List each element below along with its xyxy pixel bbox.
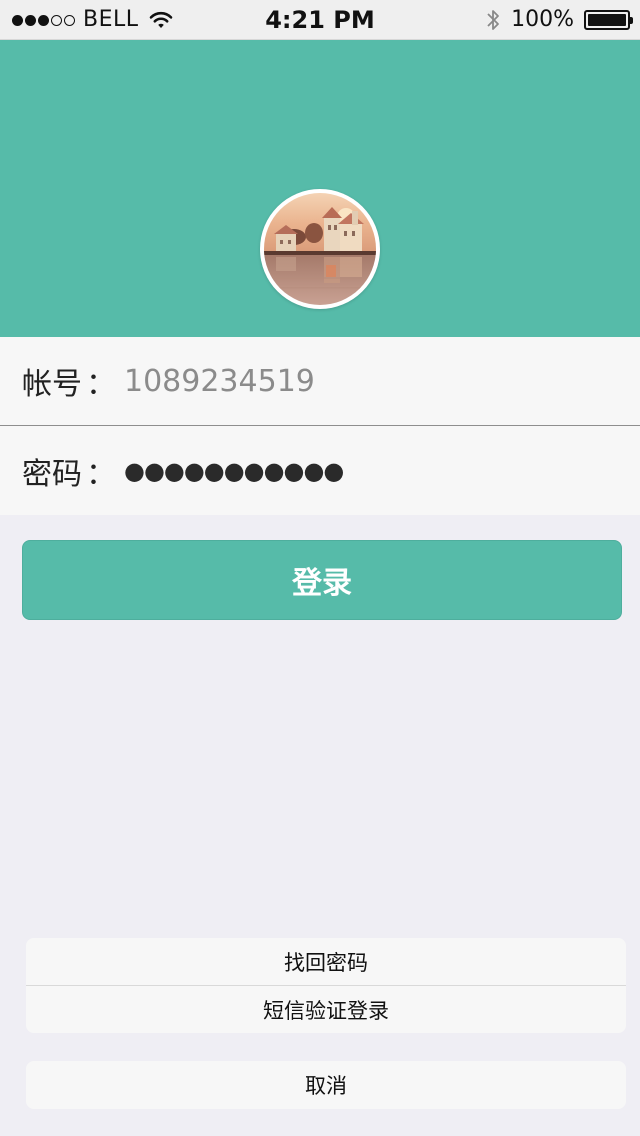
account-field[interactable]: 帐号 ： 1089234519 (0, 337, 640, 426)
account-label: 帐号 (22, 367, 82, 402)
password-colon: ： (86, 456, 116, 492)
carrier-name: BELL (83, 7, 139, 32)
login-form: 帐号 ： 1089234519 密码 ： ●●●●●●●●●●● (0, 337, 640, 515)
sms-login-button[interactable]: 短信验证登录 (26, 985, 626, 1033)
signal-dot (38, 14, 49, 26)
action-sheet: 找回密码 短信验证登录 (26, 938, 626, 1033)
battery-icon (584, 10, 633, 30)
account-colon: ： (86, 367, 116, 402)
signal-dot (64, 14, 75, 26)
signal-dot (51, 14, 62, 26)
avatar-image (264, 193, 376, 305)
status-right: 100% (485, 7, 633, 33)
password-field[interactable]: 密码 ： ●●●●●●●●●●● (0, 426, 640, 515)
user-avatar[interactable] (260, 189, 380, 309)
signal-dot (25, 14, 36, 26)
signal-strength-icon (12, 14, 75, 26)
password-input[interactable]: ●●●●●●●●●●● (124, 457, 344, 485)
battery-fill (588, 14, 626, 26)
status-left: BELL (12, 7, 173, 33)
password-label: 密码 (22, 456, 82, 492)
battery-percentage: 100% (511, 7, 574, 32)
account-input[interactable]: 1089234519 (124, 364, 315, 399)
find-password-button[interactable]: 找回密码 (26, 938, 626, 985)
cancel-button[interactable]: 取消 (26, 1061, 626, 1109)
status-bar: BELL 4:21 PM 100% (0, 0, 640, 40)
wifi-icon (149, 11, 172, 28)
signal-dot (12, 14, 23, 26)
bluetooth-icon (487, 10, 499, 30)
login-button[interactable]: 登录 (22, 540, 622, 620)
